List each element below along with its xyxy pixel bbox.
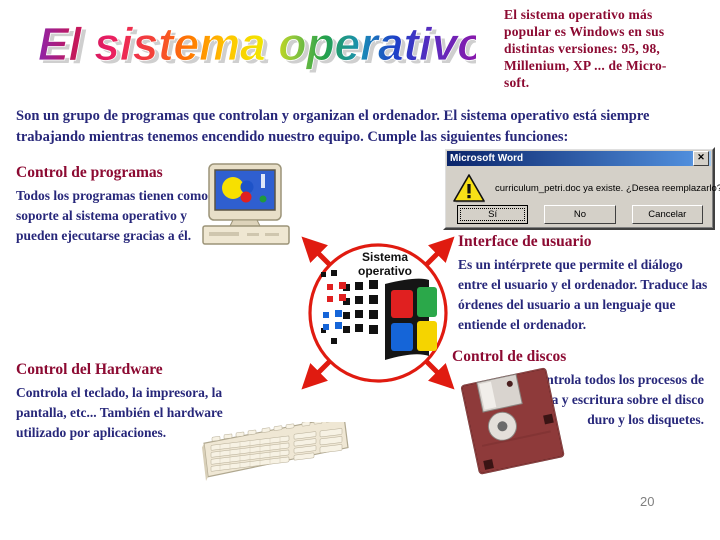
topright-note-line: popular es Windows en sus xyxy=(504,24,665,39)
dialog-message-text: curriculum_petri.doc ya existe. ¿Desea r… xyxy=(495,182,720,194)
section-body: Todos los programas tienen como soporte … xyxy=(16,188,209,243)
center-caption-line1: Sistema xyxy=(362,250,408,264)
warning-icon xyxy=(453,174,485,203)
section-body: Es un intérprete que permite el diálogo … xyxy=(458,257,708,332)
dialog-cancel-button[interactable]: Cancelar xyxy=(631,205,703,224)
center-caption-line2: operativo xyxy=(358,264,412,278)
topright-note-line: distintas versiones: 95, 98, xyxy=(504,41,660,56)
close-icon[interactable]: ✕ xyxy=(693,151,709,166)
dialog-yes-button[interactable]: Sí xyxy=(457,205,529,224)
topright-note-line: El sistema operativo más xyxy=(504,7,653,22)
dialog-no-button[interactable]: No xyxy=(544,205,616,224)
dialog-title-text: Microsoft Word xyxy=(450,153,524,164)
slide-title-wordart: El sistema operativo El sistema operativ… xyxy=(36,14,476,80)
wordart-text: El sistema operativo xyxy=(38,18,476,70)
section-heading: Control del Hardware xyxy=(16,361,163,378)
computer-keyboard-image xyxy=(198,415,353,500)
dialog-message-row: curriculum_petri.doc ya existe. ¿Desea r… xyxy=(453,173,720,203)
page-number: 20 xyxy=(640,494,655,509)
section-control-de-programas: Control de programas Todos los programas… xyxy=(16,163,216,246)
desktop-computer-image xyxy=(197,162,295,248)
topright-note-line: soft. xyxy=(504,75,530,90)
slide-canvas: El sistema operativo El sistema operativ… xyxy=(0,0,720,540)
floppy-disk-image xyxy=(458,362,568,484)
section-heading: Interface de usuario xyxy=(458,233,592,250)
windows-logo-circle-image: Sistema operativo xyxy=(293,228,463,398)
focus-ring xyxy=(460,208,526,221)
dialog-no-label: No xyxy=(573,209,587,220)
section-interface-de-usuario: Interface de usuario Es un intérprete qu… xyxy=(458,232,710,335)
dialog-button-row: Sí No Cancelar xyxy=(457,205,703,224)
topright-note-line: Millenium, XP ... de Micro- xyxy=(504,58,667,73)
dialog-title-bar[interactable]: Microsoft Word ✕ xyxy=(447,151,711,166)
topright-note: El sistema operativo más popular es Wind… xyxy=(504,6,704,91)
section-heading: Control de programas xyxy=(16,164,163,181)
wordart-svg: El sistema operativo El sistema operativ… xyxy=(38,18,476,73)
dialog-cancel-label: Cancelar xyxy=(648,209,687,220)
microsoft-word-dialog[interactable]: Microsoft Word ✕ curriculum_petri.doc ya… xyxy=(443,147,720,230)
intro-paragraph: Son un grupo de programas que controlan … xyxy=(16,108,650,145)
